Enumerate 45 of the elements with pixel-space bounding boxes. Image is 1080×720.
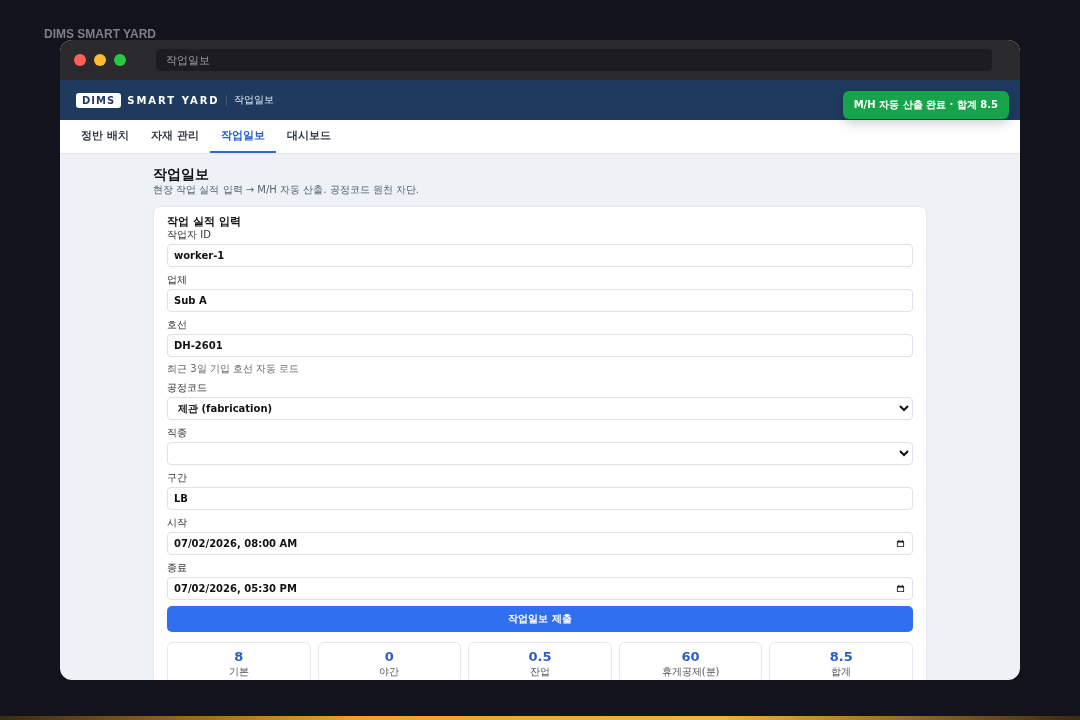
field-label: 직종 (167, 427, 187, 439)
stat-label: 기본 (228, 665, 249, 679)
stat-value: 60 (681, 649, 700, 664)
nav-tab[interactable]: 대시보드 (275, 120, 342, 153)
toast-message: M/H 자동 산출 완료 · 합계 8.5 (842, 91, 1009, 119)
input-field[interactable]: DH-2601 (167, 334, 913, 357)
nav-tab[interactable]: 정반 배치 (70, 120, 140, 153)
close-button[interactable] (74, 54, 86, 66)
page-subtitle: 현장 작업 실적 입력 → M/H 자동 산출. 공정코드 원천 차단. (153, 183, 421, 196)
header-page-title: 작업일보 (233, 93, 274, 107)
input-field[interactable]: worker-1 (167, 244, 913, 267)
date-field[interactable]: 07/02/2026, 08:00 AM (167, 532, 913, 555)
field-label: 구간 (167, 472, 187, 484)
logo-badge: DIMS (76, 92, 122, 108)
nav-tab[interactable]: 자재 관리 (139, 120, 210, 153)
field-label: 종료 (167, 562, 187, 574)
stat-value: 0.5 (528, 649, 552, 664)
submit-button[interactable]: 작업일보 제출 (167, 606, 913, 632)
nav-tab[interactable]: 작업일보 (209, 120, 276, 153)
stat-label: 휴게공제(분) (661, 665, 720, 679)
stat-value: 8 (234, 649, 244, 664)
address-bar[interactable]: 작업일보 (156, 49, 992, 71)
stat-value: 8.5 (829, 649, 853, 664)
field-hint: 최근 3일 기입 호선 자동 로드 (167, 363, 300, 375)
calendar-icon (896, 584, 905, 593)
field-label: 호선 (167, 319, 187, 331)
dropdown[interactable]: 제관 (fabrication) (167, 397, 913, 420)
stat-label: 합계 (831, 665, 852, 679)
stat-label: 야간 (379, 665, 400, 679)
page-title: 작업일보 (153, 166, 210, 183)
input-field[interactable]: Sub A (167, 289, 913, 312)
desktop-caption: DIMS SMART YARD (44, 27, 156, 41)
stat-label: 잔업 (530, 665, 550, 679)
minimize-button[interactable] (94, 54, 106, 66)
calendar-icon (896, 539, 905, 548)
stat-value: 0 (384, 649, 394, 664)
input-field[interactable]: LB (167, 487, 913, 510)
form-title: 작업 실적 입력 (167, 214, 242, 228)
field-label: 작업자 ID (167, 229, 211, 241)
field-label: 시작 (167, 517, 187, 529)
date-field[interactable]: 07/02/2026, 05:30 PM (167, 577, 913, 600)
field-label: 업체 (167, 274, 187, 286)
field-label: 공정코드 (167, 382, 207, 394)
maximize-button[interactable] (114, 54, 126, 66)
logo-text: SMART YARD (127, 94, 227, 106)
